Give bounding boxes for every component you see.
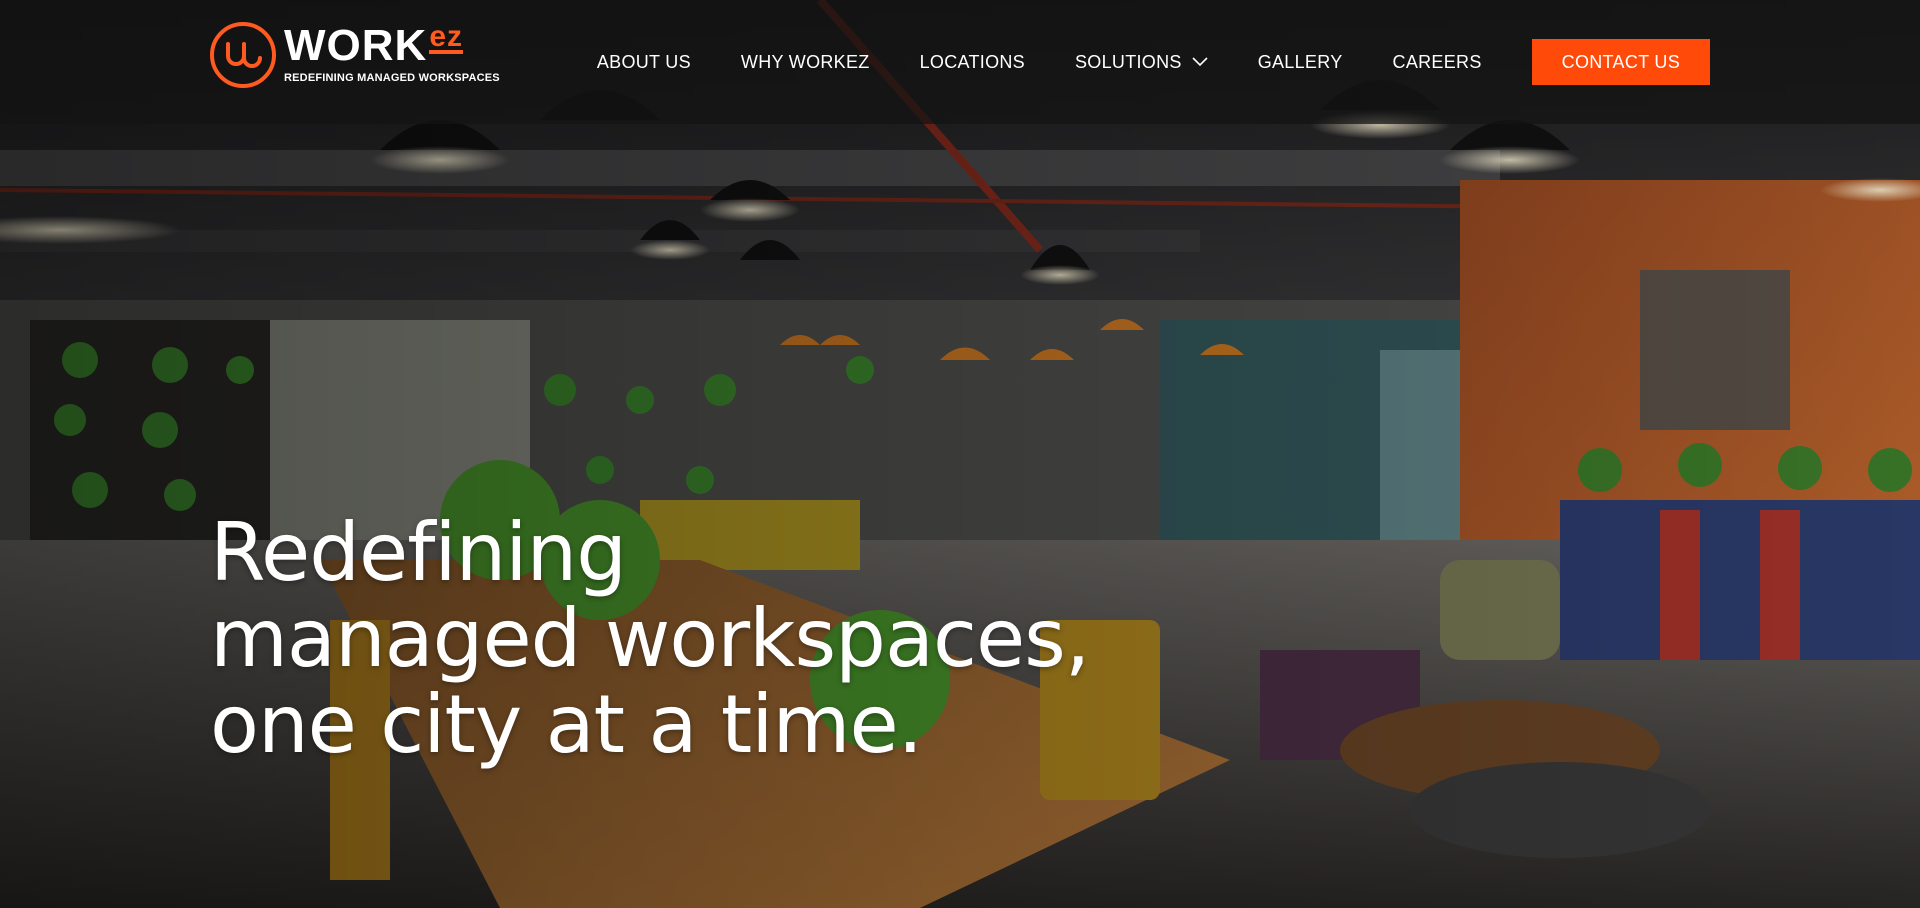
brand-logo[interactable]: WORKez REDEFINING MANAGED WORKSPACES [210, 22, 500, 94]
contact-us-button[interactable]: CONTACT US [1531, 39, 1710, 85]
hero-headline: Redefining managed workspaces, one city … [210, 510, 1210, 768]
logo-word-main: WORK [284, 21, 428, 70]
hero-overlay [0, 0, 1920, 908]
headline-line-3: one city at a time. [210, 678, 923, 771]
nav-solutions[interactable]: SOLUTIONS [1075, 52, 1208, 73]
nav-about-us-label: ABOUT US [596, 51, 691, 72]
nav-why-workez-label: WHY WORKEZ [740, 51, 870, 72]
nav-why-workez[interactable]: WHY WORKEZ [741, 52, 870, 73]
nav-about-us[interactable]: ABOUT US [597, 52, 691, 73]
nav-careers[interactable]: CAREERS [1393, 52, 1482, 73]
nav-careers-label: CAREERS [1392, 51, 1482, 72]
logo-wordmark: WORKez [284, 20, 463, 70]
nav-gallery[interactable]: GALLERY [1258, 52, 1343, 73]
chevron-down-icon [1192, 57, 1208, 67]
hero-section [0, 0, 1920, 908]
logo-word-accent: ez [429, 20, 463, 54]
logo-tagline: REDEFINING MANAGED WORKSPACES [284, 72, 500, 84]
nav-solutions-label: SOLUTIONS [1074, 51, 1182, 72]
headline-line-2: managed workspaces, [210, 592, 1090, 685]
nav-gallery-label: GALLERY [1257, 51, 1343, 72]
nav-locations[interactable]: LOCATIONS [920, 52, 1025, 73]
nav-locations-label: LOCATIONS [919, 51, 1025, 72]
logo-mark-icon [210, 22, 276, 88]
main-nav: ABOUT US WHY WORKEZ LOCATIONS SOLUTIONS … [597, 38, 1710, 86]
site-header: WORKez REDEFINING MANAGED WORKSPACES ABO… [0, 0, 1920, 124]
headline-line-1: Redefining [210, 506, 627, 599]
